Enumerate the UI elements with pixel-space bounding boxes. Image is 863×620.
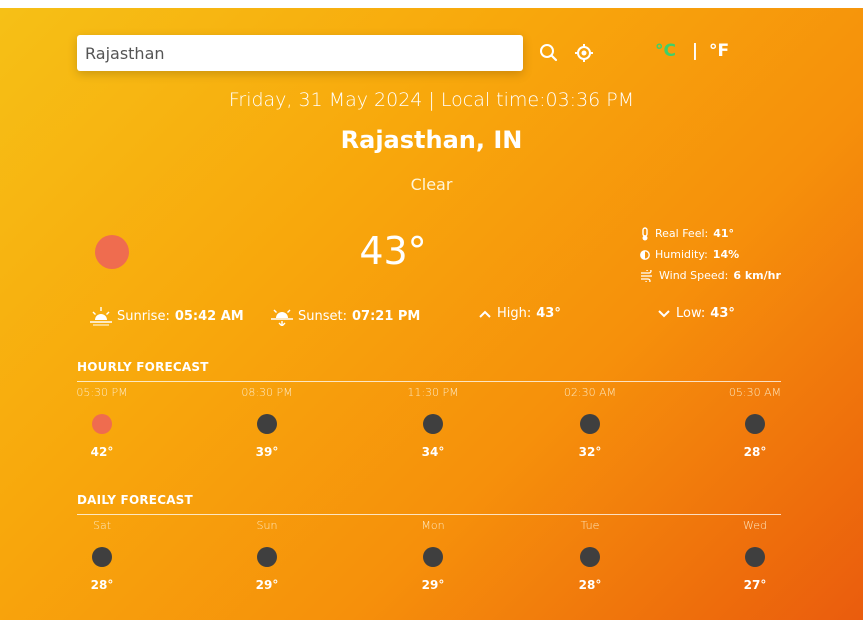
chevron-up-icon bbox=[479, 310, 491, 318]
high-value: 43° bbox=[536, 306, 561, 321]
daily-forecast-temp: 27° bbox=[743, 578, 767, 592]
celsius-button[interactable]: °C bbox=[655, 41, 681, 61]
weather-condition: Clear bbox=[410, 175, 453, 194]
weather-app: °C | °F Friday, 31 May 2024 | Local time… bbox=[0, 8, 863, 620]
hourly-forecast-item: 05:30 PM 42° bbox=[62, 386, 142, 459]
sunset-icon bbox=[271, 309, 293, 326]
sunset-stat: Sunset: 07:21 PM bbox=[271, 306, 420, 326]
weather-details: Real Feel: 41° Humidity: 14% Wind Speed:… bbox=[640, 223, 781, 286]
low-label: Low: bbox=[676, 306, 706, 321]
sun-icon bbox=[95, 235, 129, 269]
hourly-forecast-temp: 28° bbox=[743, 445, 767, 459]
hourly-forecast-temp: 39° bbox=[255, 445, 279, 459]
hourly-forecast-title: HOURLY FORECAST bbox=[77, 360, 209, 374]
unit-separator: | bbox=[691, 41, 699, 61]
hourly-forecast-item: 05:30 AM 28° bbox=[715, 386, 795, 459]
high-label: High: bbox=[497, 306, 532, 321]
daily-forecast-label: Sat bbox=[92, 519, 112, 532]
real-feel-value: 41° bbox=[713, 227, 735, 240]
wind-row: Wind Speed: 6 km/hr bbox=[640, 265, 781, 286]
low-value: 43° bbox=[710, 306, 735, 321]
high-stat: High: 43° bbox=[478, 306, 561, 321]
hourly-forecast-label: 05:30 PM bbox=[76, 386, 128, 399]
humidity-label: Humidity: bbox=[655, 248, 708, 261]
city-name: Rajasthan, IN bbox=[340, 126, 523, 154]
hourly-divider bbox=[77, 381, 781, 382]
thermometer-icon bbox=[642, 226, 648, 240]
real-feel-row: Real Feel: 41° bbox=[640, 223, 781, 244]
hourly-forecast-item: 02:30 AM 32° bbox=[550, 386, 630, 459]
sunrise-label: Sunrise: bbox=[117, 308, 170, 324]
hourly-forecast-item: 11:30 PM 34° bbox=[393, 386, 473, 459]
hourly-forecast-item: 08:30 PM 39° bbox=[227, 386, 307, 459]
sunrise-stat: Sunrise: 05:42 AM bbox=[90, 306, 244, 326]
daily-forecast-temp: 29° bbox=[255, 578, 279, 592]
hourly-forecast-temp: 34° bbox=[421, 445, 445, 459]
moon-icon bbox=[745, 547, 765, 567]
daily-forecast-label: Sun bbox=[256, 519, 278, 532]
moon-icon bbox=[745, 414, 765, 434]
daily-forecast-temp: 29° bbox=[421, 578, 445, 592]
wind-icon bbox=[641, 269, 652, 282]
moon-icon bbox=[92, 547, 112, 567]
crosshair-location-icon[interactable] bbox=[573, 42, 595, 64]
hourly-forecast-label: 05:30 AM bbox=[728, 386, 782, 399]
sunrise-icon bbox=[90, 307, 112, 326]
search-icon[interactable] bbox=[538, 42, 560, 64]
wind-value: 6 km/hr bbox=[733, 269, 781, 282]
real-feel-label: Real Feel: bbox=[655, 227, 709, 240]
daily-forecast-title: DAILY FORECAST bbox=[77, 493, 193, 507]
local-datetime: Friday, 31 May 2024 | Local time:03:36 P… bbox=[228, 89, 635, 111]
moon-icon bbox=[580, 414, 600, 434]
sunset-value: 07:21 PM bbox=[351, 308, 421, 324]
chevron-down-icon bbox=[658, 309, 670, 317]
daily-forecast-item: Wed 27° bbox=[715, 519, 795, 592]
daily-forecast-label: Tue bbox=[580, 519, 600, 532]
daily-forecast-item: Tue 28° bbox=[550, 519, 630, 592]
humidity-value: 14% bbox=[712, 248, 740, 261]
search-input[interactable] bbox=[77, 35, 523, 71]
daily-forecast-label: Wed bbox=[743, 519, 767, 532]
moon-icon bbox=[423, 414, 443, 434]
moon-icon bbox=[257, 414, 277, 434]
hourly-forecast-temp: 42° bbox=[90, 445, 114, 459]
wind-label: Wind Speed: bbox=[659, 269, 729, 282]
daily-forecast-temp: 28° bbox=[578, 578, 602, 592]
hourly-forecast-label: 11:30 PM bbox=[407, 386, 459, 399]
sunset-label: Sunset: bbox=[298, 308, 347, 324]
current-temperature: 43° bbox=[359, 229, 427, 273]
daily-forecast-temp: 28° bbox=[90, 578, 114, 592]
fahrenheit-button[interactable]: °F bbox=[709, 41, 729, 61]
moon-icon bbox=[423, 547, 443, 567]
moon-icon bbox=[580, 547, 600, 567]
daily-forecast-label: Mon bbox=[421, 519, 445, 532]
daily-divider bbox=[77, 514, 781, 515]
sunrise-value: 05:42 AM bbox=[174, 308, 244, 324]
daily-forecast-item: Sun 29° bbox=[227, 519, 307, 592]
humidity-row: Humidity: 14% bbox=[640, 244, 781, 265]
hourly-forecast-temp: 32° bbox=[578, 445, 602, 459]
daily-forecast-item: Mon 29° bbox=[393, 519, 473, 592]
moon-icon bbox=[257, 547, 277, 567]
sun-icon bbox=[92, 414, 112, 434]
unit-toggle: °C | °F bbox=[655, 41, 729, 61]
daily-forecast-item: Sat 28° bbox=[62, 519, 142, 592]
low-stat: Low: 43° bbox=[657, 306, 735, 321]
hourly-forecast-label: 08:30 PM bbox=[241, 386, 293, 399]
humidity-icon bbox=[640, 249, 650, 260]
hourly-forecast-label: 02:30 AM bbox=[563, 386, 617, 399]
